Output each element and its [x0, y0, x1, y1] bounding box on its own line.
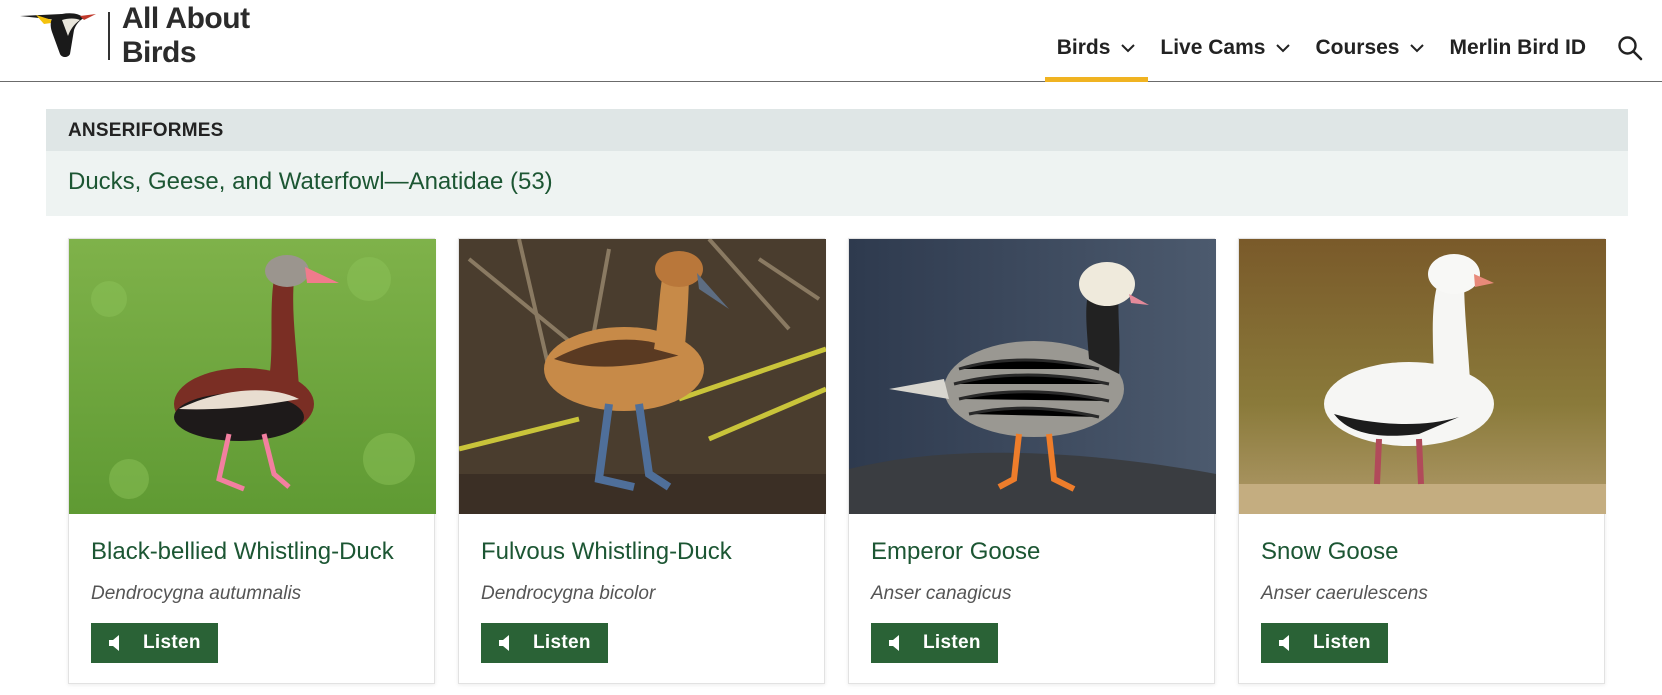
chevron-down-icon [1276, 44, 1291, 53]
bird-logo-icon [18, 10, 102, 62]
site-logo[interactable]: All About Birds [18, 2, 318, 69]
emperor-goose-photo[interactable] [849, 239, 1216, 514]
speaker-icon [109, 635, 119, 651]
main-nav: Birds Live Cams Courses Merlin Bird ID [1044, 0, 1662, 82]
species-card-grid: Black-bellied Whistling-Duck Dendrocygna… [68, 238, 1608, 695]
nav-item-courses[interactable]: Courses [1303, 0, 1437, 82]
scientific-name: Dendrocygna autumnalis [91, 583, 302, 604]
scientific-name: Anser caerulescens [1261, 583, 1428, 604]
snow-goose-photo[interactable] [1239, 239, 1606, 514]
chevron-down-icon [1121, 44, 1136, 53]
species-name[interactable]: Fulvous Whistling-Duck [481, 538, 732, 566]
search-button[interactable] [1598, 0, 1662, 82]
species-card[interactable]: Black-bellied Whistling-Duck Dendrocygna… [68, 238, 436, 684]
listen-button[interactable]: Listen [91, 623, 218, 663]
species-card[interactable]: Fulvous Whistling-Duck Dendrocygna bicol… [458, 238, 826, 684]
search-icon [1618, 36, 1643, 61]
species-card[interactable]: Snow Goose Anser caerulescens Listen [1238, 238, 1606, 684]
black-bellied-whistling-duck-photo[interactable] [69, 239, 436, 514]
speaker-icon [1279, 635, 1289, 651]
listen-label: Listen [143, 632, 201, 653]
listen-label: Listen [923, 632, 981, 653]
speaker-icon [499, 635, 509, 651]
nav-item-label: Birds [1056, 36, 1111, 59]
listen-button[interactable]: Listen [871, 623, 998, 663]
logo-divider [108, 12, 110, 60]
family-link[interactable]: Ducks, Geese, and Waterfowl—Anatidae (53… [68, 168, 553, 196]
listen-button[interactable]: Listen [1261, 623, 1388, 663]
order-header: ANSERIFORMES [46, 109, 1628, 151]
species-name[interactable]: Black-bellied Whistling-Duck [91, 538, 394, 566]
nav-item-label: Live Cams [1160, 36, 1266, 59]
chevron-down-icon [1410, 44, 1425, 53]
site-header: All About Birds Birds Live Cams Courses … [0, 0, 1662, 82]
site-name: All About Birds [121, 2, 250, 69]
listen-label: Listen [533, 632, 591, 653]
family-header: Ducks, Geese, and Waterfowl—Anatidae (53… [46, 151, 1628, 216]
species-card[interactable]: Emperor Goose Anser canagicus Listen [848, 238, 1216, 684]
listen-label: Listen [1313, 632, 1371, 653]
speaker-icon [889, 635, 899, 651]
order-label: ANSERIFORMES [68, 120, 224, 141]
species-name[interactable]: Snow Goose [1261, 538, 1398, 566]
nav-item-merlin-bird-id[interactable]: Merlin Bird ID [1437, 0, 1598, 82]
fulvous-whistling-duck-photo[interactable] [459, 239, 826, 514]
nav-item-label: Merlin Bird ID [1449, 36, 1586, 59]
scientific-name: Dendrocygna bicolor [481, 583, 656, 604]
listen-button[interactable]: Listen [481, 623, 608, 663]
species-name[interactable]: Emperor Goose [871, 538, 1040, 566]
nav-item-live-cams[interactable]: Live Cams [1148, 0, 1303, 82]
scientific-name: Anser canagicus [871, 583, 1012, 604]
nav-item-label: Courses [1315, 36, 1400, 59]
nav-item-birds[interactable]: Birds [1044, 0, 1149, 82]
